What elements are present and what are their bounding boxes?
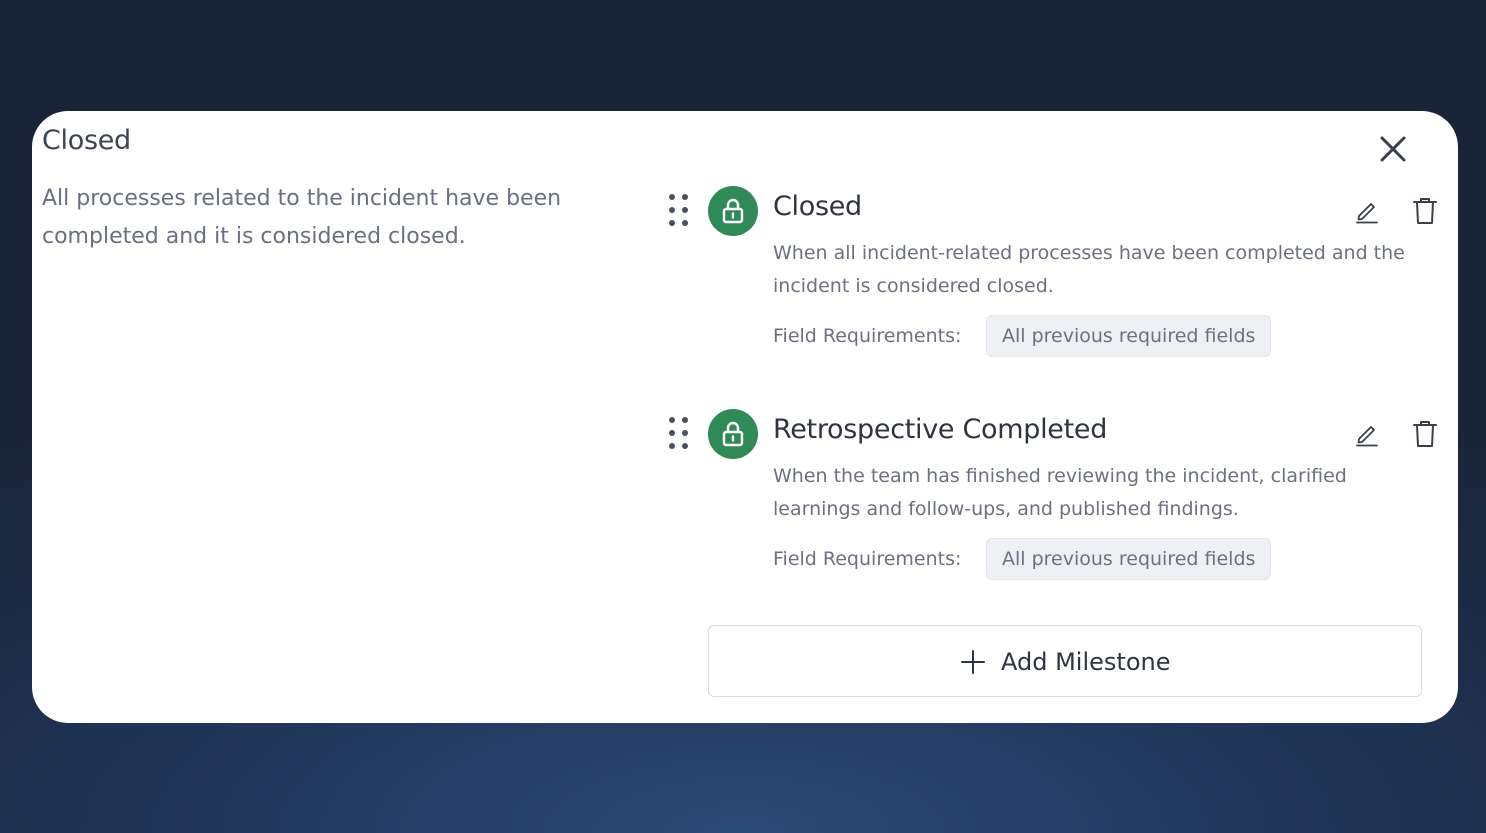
trash-icon	[1413, 421, 1437, 447]
milestone-title: Retrospective Completed	[773, 414, 1108, 445]
milestone-title: Closed	[773, 191, 862, 222]
field-requirements-label: Field Requirements:	[773, 325, 962, 347]
milestone-item: Closed When all incident-related process…	[666, 186, 1437, 361]
lock-icon	[722, 198, 744, 224]
field-requirements-tag: All previous required fields	[986, 538, 1272, 580]
drag-handle-icon	[669, 194, 688, 226]
plus-icon	[961, 650, 985, 674]
drag-handle-icon	[669, 417, 688, 449]
edit-milestone-button[interactable]	[1354, 421, 1380, 447]
milestone-lock-badge	[708, 409, 758, 459]
pencil-icon	[1356, 203, 1378, 224]
drag-handle[interactable]	[666, 192, 692, 228]
milestone-lock-badge	[708, 186, 758, 236]
field-requirements-tag: All previous required fields	[986, 315, 1272, 357]
dialog-title: Closed	[42, 125, 131, 156]
close-icon	[1380, 136, 1406, 162]
delete-milestone-button[interactable]	[1412, 419, 1438, 449]
milestone-item: Retrospective Completed When the team ha…	[666, 409, 1437, 584]
add-milestone-content: Add Milestone	[961, 648, 1170, 676]
add-milestone-label: Add Milestone	[1001, 648, 1171, 676]
add-milestone-button[interactable]: Add Milestone	[708, 625, 1422, 697]
milestone-description: When the team has finished reviewing the…	[773, 465, 1347, 520]
pencil-icon	[1356, 426, 1378, 447]
delete-milestone-button[interactable]	[1412, 196, 1438, 226]
trash-icon	[1413, 198, 1437, 224]
milestone-description: When all incident-related processes have…	[773, 242, 1405, 297]
edit-milestone-button[interactable]	[1354, 198, 1380, 224]
dialog-description: All processes related to the incident ha…	[42, 186, 562, 249]
close-button[interactable]	[1376, 132, 1410, 166]
lock-icon	[722, 421, 744, 447]
field-requirements-label: Field Requirements:	[773, 548, 962, 570]
drag-handle[interactable]	[666, 415, 692, 451]
milestone-dialog: Closed All processes related to the inci…	[32, 111, 1458, 723]
